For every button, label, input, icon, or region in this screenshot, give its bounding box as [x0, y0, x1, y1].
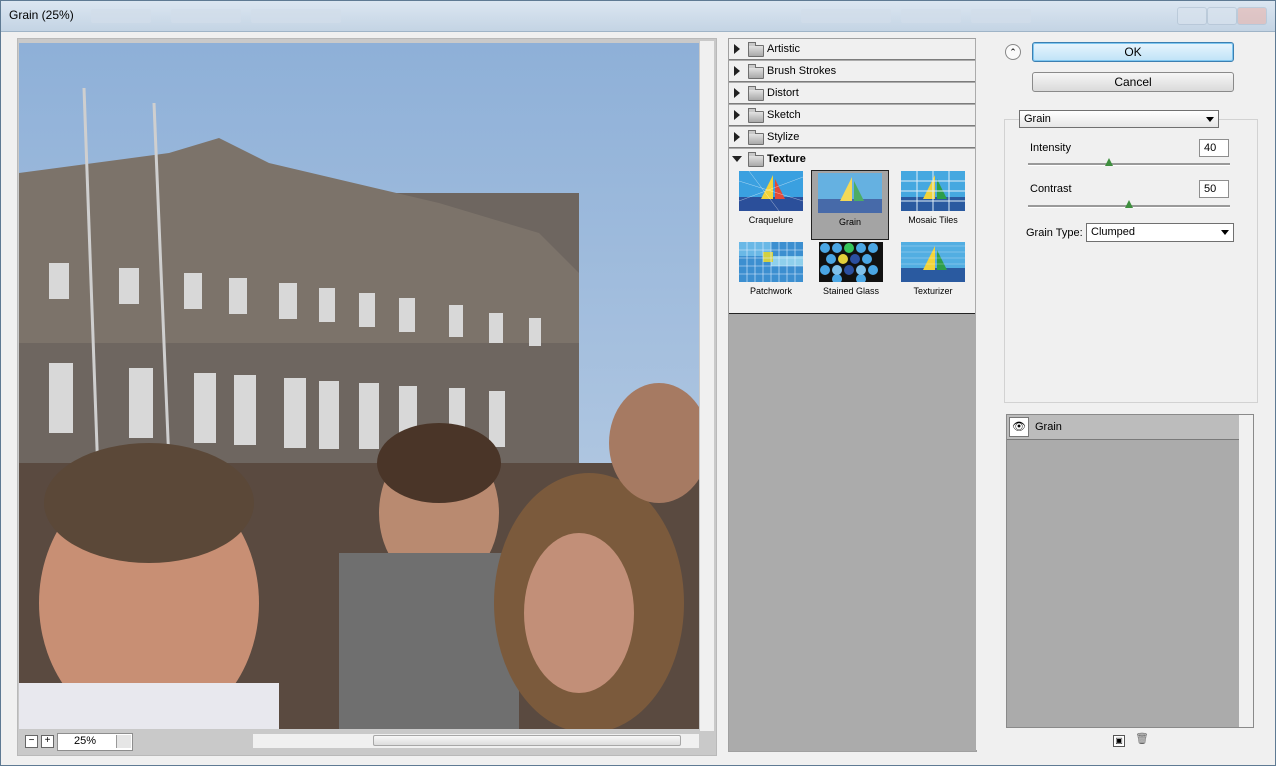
folder-sketch[interactable]: Sketch [729, 105, 975, 126]
collapse-arrow-icon[interactable] [732, 156, 742, 162]
intensity-slider[interactable] [1028, 158, 1230, 166]
background-toolbar-ghost [971, 9, 1031, 23]
folder-label: Stylize [767, 131, 800, 143]
texture-filter-grid: Craquelure Grain Mosaic Tiles Patchwork … [729, 169, 975, 314]
filter-thumb-stained-glass[interactable]: Stained Glass [813, 242, 889, 310]
background-toolbar-ghost [251, 9, 341, 23]
minimize-button[interactable] [1177, 7, 1207, 25]
eye-icon[interactable]: 👁 [1009, 417, 1029, 437]
filter-gallery-window: Grain (25%) − + 25% Artistic Brush Strok… [0, 0, 1276, 766]
craquelure-thumbnail [739, 171, 803, 211]
folder-icon [748, 42, 764, 57]
folder-brush-strokes[interactable]: Brush Strokes [729, 61, 975, 82]
effect-layer-row[interactable]: 👁 Grain [1007, 415, 1239, 440]
preview-horizontal-scrollbar[interactable] [253, 734, 699, 748]
effect-layer-label: Grain [1035, 421, 1062, 433]
chevron-down-icon [1221, 230, 1229, 235]
zoom-in-button[interactable]: + [41, 735, 54, 748]
zoom-value: 25% [74, 735, 97, 747]
folder-label: Artistic [767, 43, 800, 55]
folder-label: Sketch [767, 109, 801, 121]
ok-button[interactable]: OK [1032, 42, 1234, 62]
filter-gallery: Artistic Brush Strokes Distort Sketch St… [728, 38, 977, 752]
background-toolbar-ghost [91, 9, 151, 23]
zoom-select[interactable]: 25% [57, 733, 133, 751]
contrast-slider-knob[interactable] [1125, 200, 1133, 208]
filter-thumb-label: Grain [838, 217, 861, 227]
grain-thumbnail [818, 173, 882, 213]
filter-thumb-label: Texturizer [913, 286, 953, 296]
effect-layers-panel: 👁 Grain [1006, 414, 1254, 728]
maximize-button[interactable] [1207, 7, 1237, 25]
stained-glass-thumbnail [819, 242, 883, 282]
folder-open-icon [748, 152, 764, 167]
folder-icon [748, 130, 764, 145]
contrast-input[interactable]: 50 [1199, 180, 1229, 198]
background-toolbar-ghost [901, 9, 961, 23]
filter-thumb-label: Stained Glass [822, 286, 880, 296]
preview-vertical-scrollbar[interactable] [700, 41, 714, 731]
intensity-label: Intensity [1030, 142, 1071, 154]
expand-arrow-icon[interactable] [734, 66, 740, 76]
background-toolbar-ghost [801, 9, 891, 23]
zoom-dropdown-arrow-icon[interactable] [116, 735, 131, 748]
close-button[interactable] [1237, 7, 1267, 25]
contrast-label: Contrast [1030, 183, 1072, 195]
filter-thumb-label: Patchwork [749, 286, 793, 296]
background-toolbar-ghost [171, 9, 241, 23]
grain-type-label: Grain Type: [1026, 227, 1083, 239]
expand-arrow-icon[interactable] [734, 44, 740, 54]
filter-thumb-craquelure[interactable]: Craquelure [733, 171, 809, 239]
expand-arrow-icon[interactable] [734, 132, 740, 142]
zoom-out-button[interactable]: − [25, 735, 38, 748]
filter-select[interactable]: Grain [1019, 110, 1219, 128]
folder-icon [748, 86, 764, 101]
layers-scrollbar[interactable] [1239, 415, 1253, 727]
contrast-slider[interactable] [1028, 200, 1230, 208]
texturizer-thumbnail [901, 242, 965, 282]
filter-thumb-texturizer[interactable]: Texturizer [895, 242, 971, 310]
preview-photo [19, 43, 699, 729]
intensity-slider-knob[interactable] [1104, 158, 1113, 166]
grain-type-value: Clumped [1091, 226, 1136, 238]
grain-type-select[interactable]: Clumped [1086, 223, 1234, 242]
trash-icon[interactable]: 🗑 [1135, 734, 1149, 745]
scrollbar-thumb[interactable] [373, 735, 681, 746]
cancel-button[interactable]: Cancel [1032, 72, 1234, 92]
mosaic-tiles-thumbnail [901, 171, 965, 211]
folder-distort[interactable]: Distort [729, 83, 975, 104]
title-bar: Grain (25%) [1, 1, 1275, 32]
intensity-input[interactable]: 40 [1199, 139, 1229, 157]
filter-thumb-patchwork[interactable]: Patchwork [733, 242, 809, 310]
folder-label: Distort [767, 87, 799, 99]
filter-settings-panel [1004, 119, 1258, 403]
window-title: Grain (25%) [9, 8, 74, 22]
expand-arrow-icon[interactable] [734, 110, 740, 120]
folder-stylize[interactable]: Stylize [729, 127, 975, 148]
gallery-scrollbar[interactable] [976, 38, 990, 750]
filter-select-value: Grain [1024, 113, 1051, 125]
filter-thumb-grain[interactable]: Grain [811, 170, 889, 240]
folder-icon [748, 64, 764, 79]
folder-label: Brush Strokes [767, 65, 837, 77]
filter-thumb-label: Mosaic Tiles [908, 215, 958, 225]
patchwork-thumbnail [739, 242, 803, 282]
folder-label: Texture [767, 153, 806, 165]
collapse-gallery-icon[interactable]: ⌃ [1005, 44, 1021, 60]
new-effect-layer-icon[interactable]: ▣ [1113, 735, 1125, 747]
expand-arrow-icon[interactable] [734, 88, 740, 98]
chevron-down-icon [1206, 117, 1214, 122]
filter-thumb-label: Craquelure [748, 215, 794, 225]
folder-texture[interactable]: Texture [729, 149, 975, 170]
folder-icon [748, 108, 764, 123]
preview-canvas[interactable] [19, 43, 699, 729]
filter-thumb-mosaic-tiles[interactable]: Mosaic Tiles [895, 171, 971, 239]
folder-artistic[interactable]: Artistic [729, 39, 975, 60]
